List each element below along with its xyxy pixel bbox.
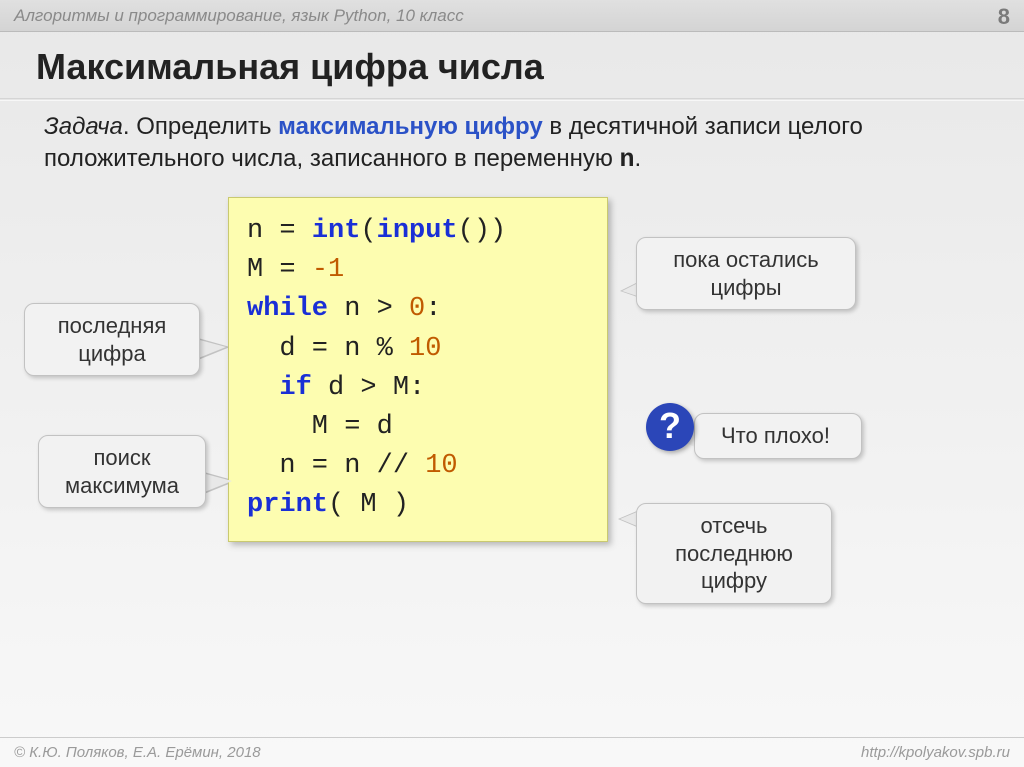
breadcrumb: Алгоритмы и программирование, язык Pytho… — [14, 6, 464, 26]
question-icon: ? — [646, 403, 694, 451]
page-number: 8 — [998, 4, 1010, 30]
callout-max-search: поиск максимума — [38, 435, 206, 508]
footer: © К.Ю. Поляков, Е.А. Ерёмин, 2018 http:/… — [0, 737, 1024, 767]
footer-url: http://kpolyakov.spb.ru — [861, 744, 1010, 761]
callout-whats-wrong: Что плохо! — [694, 413, 862, 459]
task-text: Задача. Определить максимальную цифру в … — [0, 111, 1024, 177]
page-title: Максимальная цифра числа — [0, 32, 1024, 98]
callout-tail — [202, 473, 232, 493]
callout-while-remaining: пока остались цифры — [636, 237, 856, 310]
task-highlight: максимальную цифру — [278, 113, 543, 140]
callout-last-digit: последняя цифра — [24, 303, 200, 376]
callout-cut-digit: отсечь последнюю цифру — [636, 503, 832, 604]
header-bar: Алгоритмы и программирование, язык Pytho… — [0, 0, 1024, 32]
task-label: Задача — [44, 113, 123, 140]
content-stage: n = int(input()) M = -1 while n > 0: d =… — [0, 181, 1024, 681]
callout-tail — [196, 339, 226, 359]
divider — [0, 98, 1024, 101]
code-block: n = int(input()) M = -1 while n > 0: d =… — [228, 197, 608, 542]
copyright: © К.Ю. Поляков, Е.А. Ерёмин, 2018 — [14, 744, 261, 761]
task-var: n — [620, 145, 635, 174]
